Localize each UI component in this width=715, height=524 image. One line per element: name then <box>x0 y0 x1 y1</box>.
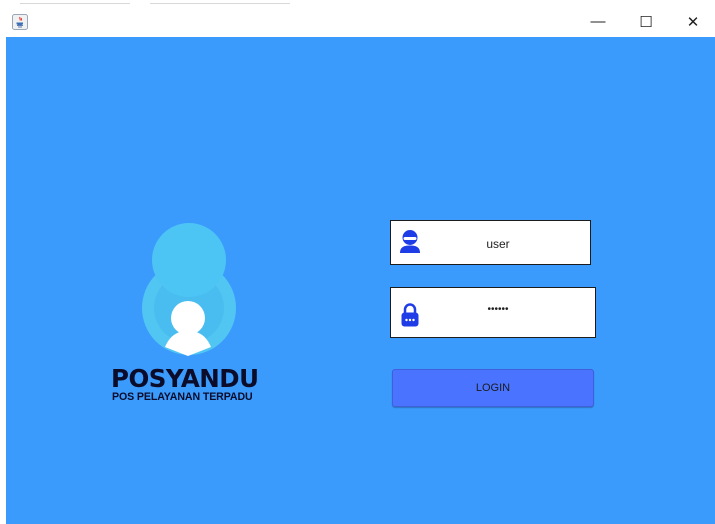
login-button[interactable]: LOGIN <box>392 369 594 407</box>
login-window: — ☐ ✕ POSYANDU POS PELAYANAN TERPADU use… <box>6 6 715 524</box>
password-input[interactable] <box>431 298 565 320</box>
lock-icon <box>401 303 419 327</box>
password-field[interactable] <box>390 287 596 338</box>
login-button-label: LOGIN <box>475 382 511 394</box>
brand-title: POSYANDU <box>111 364 259 393</box>
close-icon: ✕ <box>686 13 700 31</box>
top-edge-line <box>150 3 290 4</box>
maximize-button[interactable]: ☐ <box>623 6 669 37</box>
login-panel: POSYANDU POS PELAYANAN TERPADU user LOGI… <box>6 37 715 524</box>
brand-subtitle: POS PELAYANAN TERPADU <box>112 391 253 403</box>
user-icon <box>400 230 420 253</box>
minimize-button[interactable]: — <box>575 6 621 37</box>
username-field[interactable] <box>390 220 591 265</box>
top-edge-line <box>20 3 130 4</box>
minimize-icon: — <box>590 13 606 30</box>
close-button[interactable]: ✕ <box>670 6 715 37</box>
java-app-icon[interactable] <box>12 14 28 30</box>
username-input[interactable] <box>431 232 565 256</box>
title-bar[interactable]: — ☐ ✕ <box>6 6 715 37</box>
maximize-icon: ☐ <box>639 13 653 31</box>
